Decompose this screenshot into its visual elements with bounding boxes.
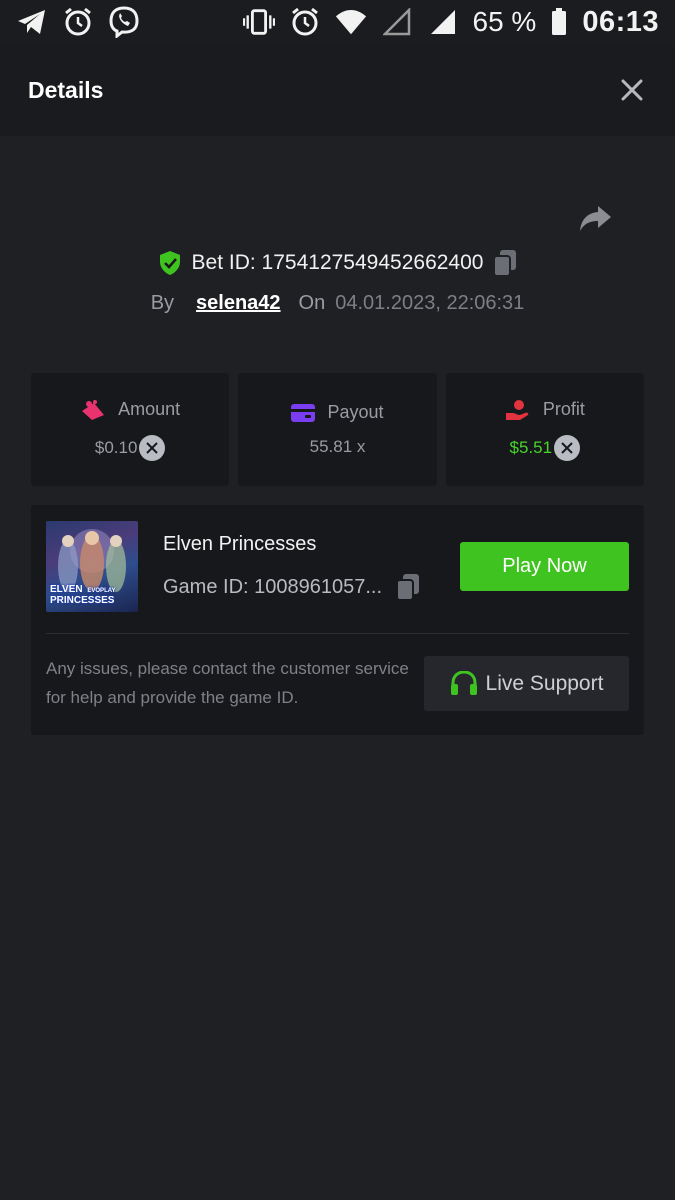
vibrate-icon [242, 6, 275, 38]
live-support-label: Live Support [485, 671, 604, 695]
close-icon [621, 79, 643, 101]
status-bar-left [16, 6, 140, 38]
signal-empty-icon [381, 6, 413, 38]
stat-label: Profit [542, 399, 585, 419]
battery-icon [550, 6, 568, 38]
user-link[interactable]: selena42 [196, 292, 281, 315]
viber-icon [108, 6, 140, 38]
currency-coin-icon [139, 434, 166, 461]
close-button[interactable] [617, 75, 647, 105]
wallet-icon [291, 403, 316, 423]
status-time: 06:13 [582, 5, 659, 38]
amount-icon [80, 399, 106, 421]
copy-bet-id-icon[interactable] [493, 249, 517, 277]
signal-icon [427, 6, 459, 38]
divider [46, 633, 629, 634]
page-title: Details [28, 76, 104, 103]
battery-percent: 65 % [472, 6, 537, 37]
help-text: Any issues, please contact the customer … [46, 659, 409, 707]
stat-value: $5.51 [509, 437, 553, 457]
game-id-row: Game ID: 1008961057... [163, 573, 420, 601]
details-header: Details [0, 44, 675, 136]
stat-profit: Profit $5.51 [445, 373, 644, 486]
stat-label: Payout [327, 402, 384, 422]
stat-value: $0.10 [94, 437, 138, 457]
on-label: On [298, 291, 326, 314]
game-name: Elven Princesses [163, 533, 317, 555]
game-thumbnail[interactable]: ELVEN EVOPLAY PRINCESSES [46, 521, 138, 612]
stat-value: 55.81 x [309, 437, 366, 456]
copy-game-id-icon[interactable] [396, 573, 420, 601]
thumbnail-title: ELVEN EVOPLAY PRINCESSES [50, 584, 116, 606]
telegram-icon [16, 6, 48, 38]
alarm-icon [289, 6, 321, 38]
share-icon [580, 206, 611, 231]
stat-amount: Amount $0.10 [31, 373, 230, 486]
status-bar: 65 % 06:13 [0, 0, 675, 44]
currency-coin-icon [554, 434, 581, 461]
share-button[interactable] [578, 200, 614, 236]
verified-shield-icon [158, 250, 182, 276]
live-support-button[interactable]: Live Support [424, 656, 629, 711]
status-bar-right: 65 % 06:13 [242, 5, 660, 39]
game-card: ELVEN EVOPLAY PRINCESSES Elven Princesse… [31, 505, 644, 735]
game-id: Game ID: 1008961057... [163, 575, 383, 598]
bet-date: 04.01.2023, 22:06:31 [335, 291, 525, 314]
profit-icon [505, 399, 531, 421]
headset-icon [450, 670, 478, 697]
alarm-icon [62, 6, 94, 38]
stat-payout: Payout 55.81 x [238, 373, 437, 486]
by-label: By [150, 291, 175, 314]
bet-stats: Amount $0.10 Payout 55.81 x Profit $5.51 [31, 373, 644, 486]
bet-meta-row: By selena42 On 04.01.2023, 22:06:31 [0, 286, 675, 320]
bet-id: Bet ID: 1754127549452662400 [191, 251, 484, 274]
bet-id-row: Bet ID: 1754127549452662400 [0, 244, 675, 282]
play-now-button[interactable]: Play Now [460, 542, 629, 591]
stat-label: Amount [118, 399, 181, 419]
wifi-icon [335, 6, 367, 38]
